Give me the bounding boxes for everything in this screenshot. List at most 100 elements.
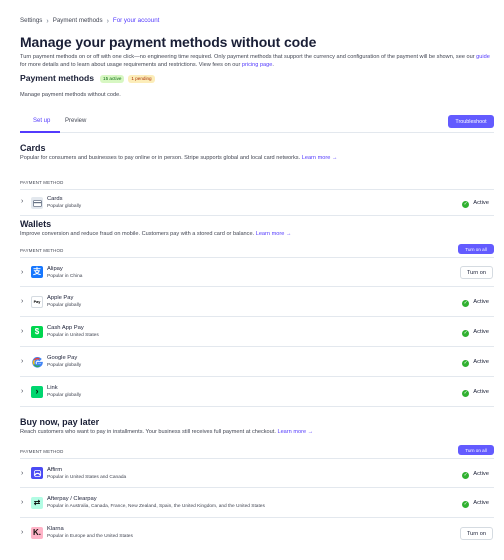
chevron-right-icon[interactable]: › <box>21 298 23 305</box>
status-active: ✓ Active <box>462 359 489 367</box>
chevron-right-icon[interactable]: › <box>21 358 23 365</box>
check-circle-icon: ✓ <box>462 299 470 307</box>
payment-method-row-link[interactable]: › › Link Popular globally ✓ Active <box>20 377 494 408</box>
chevron-right-icon[interactable]: › <box>21 529 23 536</box>
tab-bar: Set up Preview <box>20 112 494 133</box>
payment-method-desc: Popular in Australia, Canada, France, Ne… <box>47 504 265 510</box>
chevron-right-icon[interactable]: › <box>21 198 23 205</box>
payment-method-desc: Popular in United States and Canada <box>47 475 127 481</box>
chevron-right-icon[interactable]: › <box>21 269 23 276</box>
status-active: ✓ Active <box>462 299 489 307</box>
payment-method-row-google-pay[interactable]: › Google Pay Popular globally ✓ Active <box>20 347 494 378</box>
breadcrumb-current[interactable]: For your account <box>113 17 159 25</box>
affirm-logo-icon <box>31 467 43 480</box>
payment-method-desc: Popular globally <box>47 204 82 210</box>
payment-method-row-affirm[interactable]: › Affirm Popular in United States and Ca… <box>20 459 494 489</box>
payment-method-name: Alipay <box>47 266 63 273</box>
chevron-right-icon: › <box>46 17 49 25</box>
section-description-text: Reach customers who want to pay in insta… <box>20 429 276 435</box>
payment-method-row-apple-pay[interactable]: › Pay Apple Pay Popular globally ✓ Active <box>20 287 494 318</box>
payment-method-name: Klarna <box>47 526 64 533</box>
pricing-link[interactable]: pricing page <box>242 62 272 68</box>
status-active: ✓ Active <box>462 471 489 479</box>
status-label: Active <box>473 500 489 507</box>
payment-method-desc: Popular globally <box>47 303 82 309</box>
check-circle-icon: ✓ <box>462 471 470 479</box>
troubleshoot-button[interactable]: Troubleshoot <box>448 115 494 128</box>
payment-method-desc: Popular in China <box>47 274 83 280</box>
payment-method-desc: Popular in United States <box>47 333 99 339</box>
check-circle-icon: ✓ <box>462 500 470 508</box>
intro-text: Turn payment methods on or off with one … <box>20 53 496 69</box>
section-description: Popular for consumers and businesses to … <box>20 155 494 162</box>
payment-method-desc: Popular globally <box>47 363 82 369</box>
turn-on-button[interactable]: Turn on <box>460 527 493 541</box>
status-label: Active <box>473 471 489 478</box>
tab-preview[interactable]: Preview <box>65 118 86 126</box>
section-description: Improve conversion and reduce fraud on m… <box>20 231 494 238</box>
learn-more-link[interactable]: Learn more → <box>302 155 338 161</box>
payment-methods-header: Payment methods 15 active 1 pending <box>20 73 155 84</box>
alipay-logo-icon: 支 <box>31 266 43 279</box>
cards-section: Cards Popular for consumers and business… <box>20 143 494 217</box>
payment-method-row-afterpay[interactable]: › ⇄ Afterpay / Clearpay Popular in Austr… <box>20 488 494 519</box>
payment-method-name: Link <box>47 385 58 392</box>
active-tab-indicator <box>20 131 60 133</box>
chevron-right-icon[interactable]: › <box>21 470 23 477</box>
pending-count-badge: 1 pending <box>128 74 155 83</box>
intro-text-part: . <box>272 62 274 69</box>
check-circle-icon: ✓ <box>462 389 470 397</box>
tab-set-up[interactable]: Set up <box>33 118 50 126</box>
status-active: ✓ Active <box>462 389 489 397</box>
learn-more-link[interactable]: Learn more → <box>277 429 313 435</box>
afterpay-logo-icon: ⇄ <box>31 497 43 510</box>
payment-methods-title: Payment methods <box>20 73 95 83</box>
payment-method-row-klarna[interactable]: › K. Klarna Popular in Europe and the Un… <box>20 518 494 548</box>
chevron-right-icon[interactable]: › <box>21 499 23 506</box>
check-circle-icon: ✓ <box>462 329 470 337</box>
section-description: Reach customers who want to pay in insta… <box>20 429 494 436</box>
turn-on-button[interactable]: Turn on <box>460 266 493 280</box>
wallets-section: Wallets Improve conversion and reduce fr… <box>20 219 494 408</box>
chevron-right-icon[interactable]: › <box>21 388 23 395</box>
table-header: PAYMENT METHOD <box>20 174 494 191</box>
payment-method-name: Cards <box>47 196 63 203</box>
card-icon <box>31 197 43 210</box>
guide-link[interactable]: guide <box>476 54 490 60</box>
section-title: Cards <box>20 143 46 153</box>
intro-text-part: for more details and to learn about usag… <box>20 62 242 69</box>
status-active: ✓ Active <box>462 329 489 337</box>
status-label: Active <box>473 329 489 336</box>
section-title: Buy now, pay later <box>20 417 100 427</box>
intro-text-part: Turn payment methods on or off with one … <box>20 54 477 60</box>
chevron-right-icon[interactable]: › <box>21 328 23 335</box>
turn-on-all-button[interactable]: Turn on all <box>458 445 494 456</box>
column-header-payment-method: PAYMENT METHOD <box>20 180 64 186</box>
payment-method-row-alipay[interactable]: › 支 Alipay Popular in China Turn on <box>20 258 494 288</box>
bnpl-section: Buy now, pay later Reach customers who w… <box>20 417 494 548</box>
klarna-logo-icon: K. <box>31 527 43 540</box>
status-label: Active <box>473 359 489 366</box>
payment-method-name: Google Pay <box>47 355 78 362</box>
payment-method-name: Apple Pay <box>47 295 74 302</box>
active-count-badge: 15 active <box>100 74 125 83</box>
learn-more-link[interactable]: Learn more → <box>256 231 292 237</box>
status-active: ✓ Active <box>462 500 489 508</box>
link-logo-icon: › <box>31 386 43 399</box>
turn-on-all-button[interactable]: Turn on all <box>458 244 494 255</box>
status-label: Active <box>473 200 489 207</box>
payment-method-name: Affirm <box>47 467 63 474</box>
breadcrumb-payment-methods[interactable]: Payment methods <box>53 17 103 25</box>
breadcrumb-settings[interactable]: Settings <box>20 17 42 25</box>
apple-pay-logo-icon: Pay <box>31 296 43 309</box>
payment-method-row-cards[interactable]: › Cards Popular globally ✓ Active <box>20 190 494 217</box>
status-label: Active <box>473 389 489 396</box>
cash-app-logo-icon: $ <box>31 326 43 339</box>
payment-method-desc: Popular in Europe and the United States <box>47 534 133 540</box>
page-title: Manage your payment methods without code <box>20 34 317 50</box>
status-active: ✓ Active <box>462 200 489 208</box>
payment-method-row-cash-app-pay[interactable]: › $ Cash App Pay Popular in United State… <box>20 317 494 348</box>
payment-method-desc: Popular globally <box>47 393 82 399</box>
status-label: Active <box>473 299 489 306</box>
section-title: Wallets <box>20 219 52 229</box>
